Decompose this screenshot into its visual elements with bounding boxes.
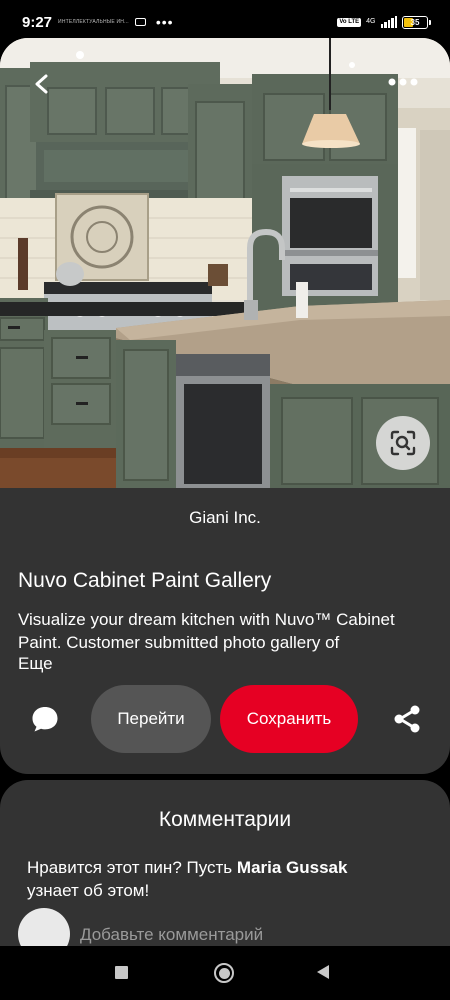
system-nav-bar — [0, 946, 450, 1000]
pin-card: Giani Inc. Nuvo Cabinet Paint Gallery Vi… — [0, 38, 450, 774]
comment-bubble-icon — [32, 707, 58, 732]
comment-input[interactable]: Добавьте комментарий — [80, 925, 263, 945]
visual-search-icon — [390, 430, 416, 456]
status-notification-text: ИНТЕЛЛЕКТУАЛЬНЫЕ ИН... — [58, 19, 129, 25]
share-icon — [394, 705, 420, 733]
comments-prompt-name[interactable]: Maria Gussak — [237, 858, 348, 877]
kitchen-photo — [0, 38, 450, 488]
network-type: 4G — [366, 18, 376, 25]
volte-badge: Vo LTE — [337, 17, 362, 27]
comments-prompt-suffix: узнает об этом! — [27, 881, 150, 900]
status-time: 9:27 — [22, 13, 53, 31]
back-triangle-icon[interactable] — [317, 965, 329, 979]
visual-search-button[interactable] — [376, 416, 430, 470]
home-icon[interactable] — [214, 963, 234, 983]
back-button[interactable] — [26, 68, 58, 100]
comments-title: Комментарии — [158, 808, 292, 831]
more-link[interactable]: Еще — [18, 654, 53, 674]
save-button[interactable]: Сохранить — [220, 685, 358, 753]
battery-percent: 35 — [410, 17, 420, 27]
recent-apps-icon[interactable] — [115, 966, 128, 979]
pin-image[interactable] — [0, 38, 450, 488]
comments-prompt-prefix: Нравится этот пин? Пусть — [27, 858, 233, 877]
share-button[interactable] — [390, 702, 424, 736]
comment-button[interactable] — [28, 702, 62, 736]
pin-description: Visualize your dream kitchen with Nuvo™ … — [18, 610, 395, 652]
comments-prompt: Нравится этот пин? Пусть Maria Gussak уз… — [27, 856, 427, 902]
notification-icon — [134, 18, 146, 26]
status-indicators: Vo LTE 4G 35 — [337, 15, 431, 29]
more-options-button[interactable] — [386, 72, 420, 92]
more-options-icon — [388, 78, 418, 86]
back-arrow-icon — [35, 74, 48, 94]
pin-source[interactable]: Giani Inc. — [0, 508, 450, 528]
pin-title: Nuvo Cabinet Paint Gallery — [18, 569, 272, 592]
signal-icon — [380, 16, 397, 28]
more-notifications-icon: ••• — [155, 14, 174, 30]
battery-icon: 35 — [402, 15, 431, 29]
visit-button[interactable]: Перейти — [91, 685, 211, 753]
